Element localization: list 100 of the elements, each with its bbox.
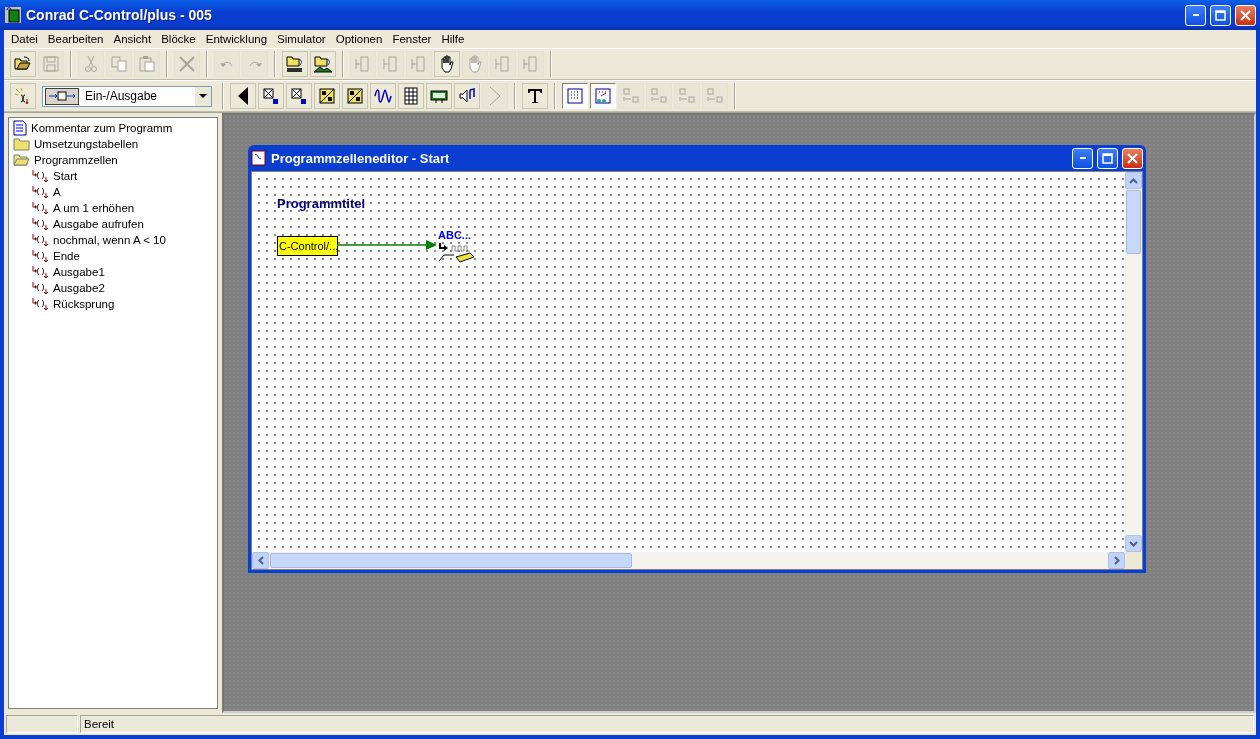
program-cell-icon <box>31 201 49 215</box>
menu-item[interactable]: Hilfe <box>436 33 470 45</box>
toolbar-button[interactable] <box>398 83 424 109</box>
minimize-button[interactable] <box>1185 4 1206 26</box>
tree-item[interactable]: Start <box>31 168 213 184</box>
app-chip-icon <box>4 6 22 24</box>
tree-item-label: A um 1 erhöhen <box>53 202 135 214</box>
close-icon <box>1127 152 1138 164</box>
tree-item[interactable]: Ausgabe2 <box>31 280 213 296</box>
toolbar-button[interactable] <box>310 51 336 77</box>
program-cell-icon <box>31 265 49 279</box>
dot-grid-icon <box>565 86 585 106</box>
maximize-button[interactable] <box>1097 147 1118 169</box>
horizontal-scroll-thumb[interactable] <box>270 553 632 568</box>
toolbar-button[interactable] <box>258 83 284 109</box>
program-title: Programmtitel <box>277 196 366 211</box>
toolbar-button[interactable] <box>314 83 340 109</box>
close-icon <box>1240 9 1251 21</box>
program-cell-icon <box>31 185 49 199</box>
tree-item[interactable]: A <box>31 184 213 200</box>
toolbar-button[interactable] <box>230 83 256 109</box>
io-block-icon <box>45 87 79 105</box>
program-cell-icon <box>31 281 49 295</box>
block-category-dropdown[interactable]: Ein-/Ausgabe <box>42 85 212 107</box>
toolbar-button[interactable] <box>370 83 396 109</box>
menu-item[interactable]: Datei <box>6 33 43 45</box>
toolbar-button[interactable] <box>454 83 480 109</box>
tree-item[interactable]: Rücksprung <box>31 296 213 312</box>
editor-document-icon <box>251 150 267 166</box>
scroll-right-button[interactable] <box>1108 552 1125 569</box>
folder-landscape-icon <box>313 54 333 74</box>
copy-icon <box>109 54 129 74</box>
menu-item[interactable]: Bearbeiten <box>42 33 109 45</box>
tree-item[interactable]: Ende <box>31 248 213 264</box>
menu-item[interactable]: Entwicklung <box>200 33 273 45</box>
toolbar-button[interactable] <box>434 51 460 77</box>
keypad-icon <box>401 86 421 106</box>
program-cell-icon <box>31 233 49 247</box>
minimize-button[interactable] <box>1072 147 1093 169</box>
toolbar-button[interactable] <box>10 51 36 77</box>
tree-item-label: A <box>53 186 61 198</box>
tree-item[interactable]: Kommentar zum Programm <box>13 120 213 136</box>
document-icon <box>13 120 27 136</box>
vertical-scroll-thumb[interactable] <box>1126 190 1141 254</box>
minimize-icon <box>1192 14 1199 16</box>
editor-title: Programmzelleneditor - Start <box>271 150 451 166</box>
close-button[interactable] <box>1235 4 1256 26</box>
clipboard-icon <box>137 54 157 74</box>
left-chevron-icon <box>257 556 264 565</box>
menu-item[interactable]: Optionen <box>330 33 388 45</box>
arrange-boxes-icon <box>705 86 725 106</box>
tree-item-label: nochmal, wenn A < 10 <box>53 234 166 246</box>
program-cell-icon <box>31 297 49 311</box>
scroll-down-button[interactable] <box>1125 535 1142 552</box>
close-button[interactable] <box>1122 147 1143 169</box>
tree-item-label: Ausgabe2 <box>53 282 105 294</box>
right-chevron-icon <box>1113 556 1120 565</box>
cross-icon <box>177 54 197 74</box>
tree-item-label: Ausgabe1 <box>53 266 105 278</box>
toolbar-button[interactable] <box>286 83 312 109</box>
menu-item[interactable]: Fenster <box>387 33 437 45</box>
tree-item[interactable]: nochmal, wenn A < 10 <box>31 232 213 248</box>
menu-item[interactable]: Simulator <box>272 33 331 45</box>
tree-item[interactable]: Umsetzungstabellen <box>13 136 213 152</box>
toolbar-button[interactable] <box>342 83 368 109</box>
minimize-icon <box>1079 157 1086 159</box>
down-chevron-icon <box>1129 540 1138 547</box>
program-cell-icon <box>31 249 49 263</box>
toolbar-button[interactable] <box>426 83 452 109</box>
open-folder-icon <box>13 153 30 167</box>
tree-item-label: Ausgabe aufrufen <box>53 218 144 230</box>
folder-icon <box>13 137 30 151</box>
status-text: Bereit <box>80 715 1254 733</box>
status-pane <box>6 715 78 733</box>
dropdown-caret-icon <box>199 94 207 98</box>
tree-item[interactable]: Ausgabe1 <box>31 264 213 280</box>
tree-item[interactable]: Programmzellen <box>13 152 213 168</box>
folder-arrow-icon <box>285 54 305 74</box>
menu-item[interactable]: Ansicht <box>108 33 157 45</box>
toolbar-button[interactable] <box>10 83 36 109</box>
program-cell-icon <box>31 217 49 231</box>
menu-item[interactable]: Blöcke <box>156 33 201 45</box>
tree-item-label: Umsetzungstabellen <box>34 138 139 150</box>
maximize-button[interactable] <box>1210 4 1231 26</box>
program-cell-icon <box>31 169 49 183</box>
arrange-boxes-icon <box>621 86 641 106</box>
scroll-left-button[interactable] <box>252 552 269 569</box>
toolbar-button[interactable] <box>522 83 548 109</box>
tree-item[interactable]: A um 1 erhöhen <box>31 200 213 216</box>
tree-item-label: Programmzellen <box>34 154 118 166</box>
toolbar-button[interactable] <box>282 51 308 77</box>
tree-item[interactable]: Ausgabe aufrufen <box>31 216 213 232</box>
tree-item-label: Ende <box>53 250 80 262</box>
scroll-up-button[interactable] <box>1125 172 1142 189</box>
arrange-boxes-icon <box>677 86 697 106</box>
window-title: Conrad C-Control/plus - 005 <box>26 7 213 23</box>
arrange-boxes-icon <box>649 86 669 106</box>
program-block: C-Control/... <box>277 236 338 256</box>
converter-icon <box>345 86 365 106</box>
tree-item-label: Rücksprung <box>53 298 115 310</box>
